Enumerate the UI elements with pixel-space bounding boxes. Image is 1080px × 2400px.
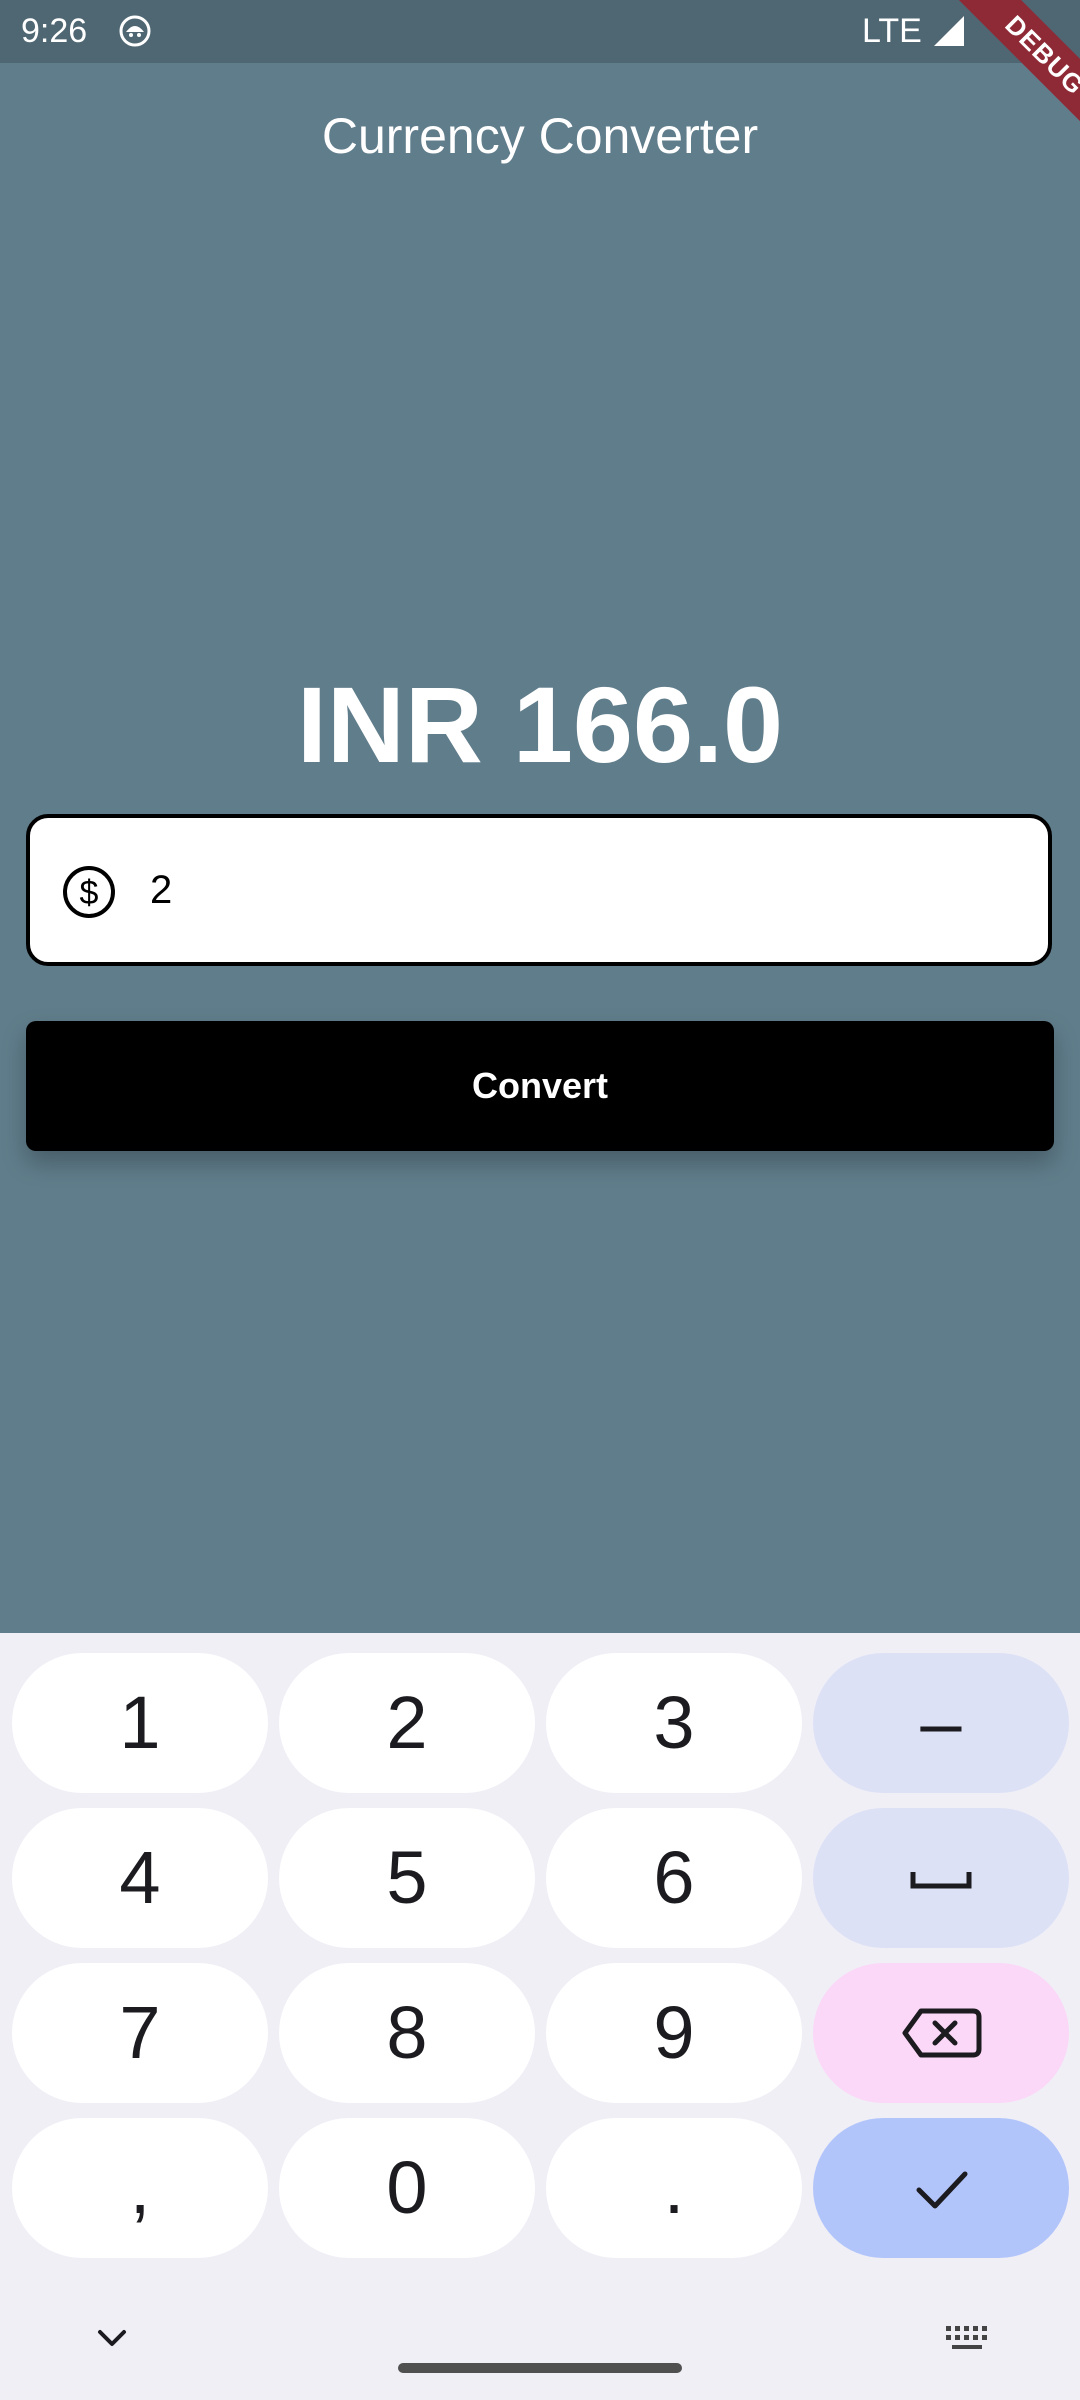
space-icon [910, 1872, 972, 1889]
key-space[interactable] [813, 1808, 1069, 1948]
page-title: Currency Converter [321, 108, 759, 164]
convert-button[interactable]: Convert [26, 1021, 1054, 1151]
key-5[interactable]: 5 [279, 1808, 535, 1948]
home-indicator[interactable] [398, 2363, 682, 2373]
svg-text:$: $ [80, 874, 99, 912]
key-1[interactable]: 1 [12, 1653, 268, 1793]
key-minus[interactable]: – [813, 1653, 1069, 1793]
dollar-circle-icon: $ [63, 866, 115, 918]
key-4[interactable]: 4 [12, 1808, 268, 1948]
android-debug-icon [119, 15, 151, 47]
screen: 9:26 LTE DEBUG Currency Converter INR 16… [0, 0, 1080, 2400]
chevron-down-icon[interactable] [92, 2318, 132, 2358]
amount-value: 2 [150, 868, 173, 912]
key-0[interactable]: 0 [279, 2118, 535, 2258]
status-bar: 9:26 LTE [0, 0, 1080, 63]
key-comma[interactable]: , [12, 2118, 268, 2258]
key-7[interactable]: 7 [12, 1963, 268, 2103]
amount-input[interactable]: $ 2 [26, 814, 1052, 966]
status-time: 9:26 [21, 12, 88, 50]
signal-icon [934, 16, 964, 46]
key-3[interactable]: 3 [546, 1653, 802, 1793]
key-9[interactable]: 9 [546, 1963, 802, 2103]
check-icon [916, 2171, 968, 2209]
key-enter[interactable] [813, 2118, 1069, 2258]
status-network: LTE [862, 12, 922, 50]
keyboard-icon[interactable] [944, 2322, 992, 2354]
key-period[interactable]: . [546, 2118, 802, 2258]
key-2[interactable]: 2 [279, 1653, 535, 1793]
backspace-icon [902, 2008, 982, 2058]
conversion-result: INR 166.0 [296, 664, 784, 785]
key-6[interactable]: 6 [546, 1808, 802, 1948]
numeric-keyboard: 1 2 3 – 4 5 6 7 8 9 , 0 . [0, 1633, 1080, 2400]
key-delete[interactable] [813, 1963, 1069, 2103]
key-8[interactable]: 8 [279, 1963, 535, 2103]
